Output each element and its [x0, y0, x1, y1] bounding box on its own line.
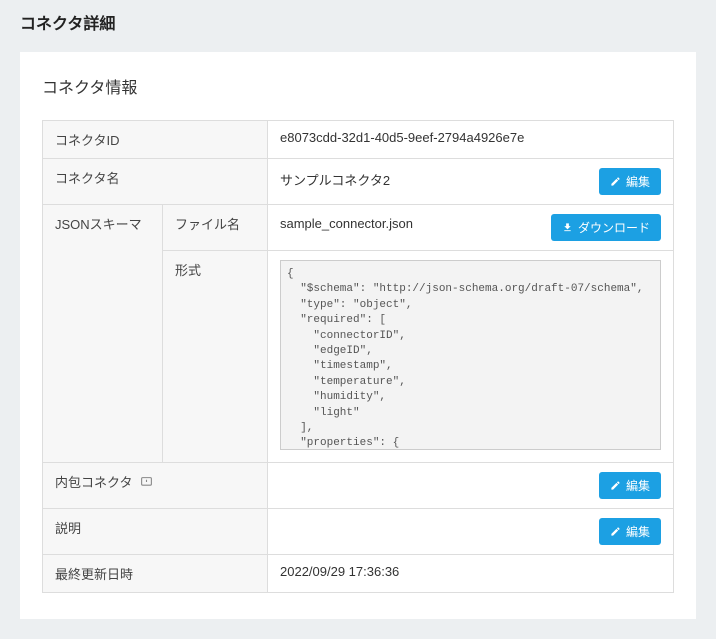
value-file-name: sample_connector.json [280, 214, 413, 231]
connector-info-table: コネクタID e8073cdd-32d1-40d5-9eef-2794a4926… [42, 120, 674, 593]
cell-inner-connector: 編集 [268, 463, 674, 509]
cell-description: 編集 [268, 509, 674, 555]
label-inner-connector-text: 内包コネクタ [55, 475, 132, 490]
schema-format-textarea[interactable] [280, 260, 661, 450]
download-button[interactable]: ダウンロード [551, 214, 661, 241]
label-connector-id: コネクタID [43, 121, 268, 159]
row-inner-connector: 内包コネクタ 編集 [43, 463, 674, 509]
label-format: 形式 [163, 251, 268, 463]
connector-info-card: コネクタ情報 コネクタID e8073cdd-32d1-40d5-9eef-27… [20, 52, 696, 619]
edit-connector-name-button[interactable]: 編集 [599, 168, 661, 195]
pencil-icon [610, 176, 621, 187]
row-connector-id: コネクタID e8073cdd-32d1-40d5-9eef-2794a4926… [43, 121, 674, 159]
edit-inner-connector-button[interactable]: 編集 [599, 472, 661, 499]
download-button-label: ダウンロード [578, 219, 650, 236]
row-description: 説明 編集 [43, 509, 674, 555]
edit-button-label: 編集 [626, 523, 650, 540]
page-title: コネクタ詳細 [20, 10, 696, 34]
edit-description-button[interactable]: 編集 [599, 518, 661, 545]
cell-connector-name: サンプルコネクタ2 編集 [268, 159, 674, 205]
download-icon [562, 222, 573, 233]
label-connector-name: コネクタ名 [43, 159, 268, 205]
cell-file-name: sample_connector.json ダウンロード [268, 205, 674, 251]
help-icon[interactable] [140, 476, 153, 492]
pencil-icon [610, 480, 621, 491]
row-connector-name: コネクタ名 サンプルコネクタ2 編集 [43, 159, 674, 205]
edit-button-label: 編集 [626, 477, 650, 494]
label-description: 説明 [43, 509, 268, 555]
edit-button-label: 編集 [626, 173, 650, 190]
label-inner-connector: 内包コネクタ [43, 463, 268, 509]
value-connector-name: サンプルコネクタ2 [280, 168, 390, 189]
row-json-schema-filename: JSONスキーマ ファイル名 sample_connector.json ダウン… [43, 205, 674, 251]
card-title: コネクタ情報 [42, 74, 674, 98]
value-connector-id: e8073cdd-32d1-40d5-9eef-2794a4926e7e [268, 121, 674, 159]
label-json-schema: JSONスキーマ [43, 205, 163, 463]
pencil-icon [610, 526, 621, 537]
label-file-name: ファイル名 [163, 205, 268, 251]
cell-format [268, 251, 674, 463]
